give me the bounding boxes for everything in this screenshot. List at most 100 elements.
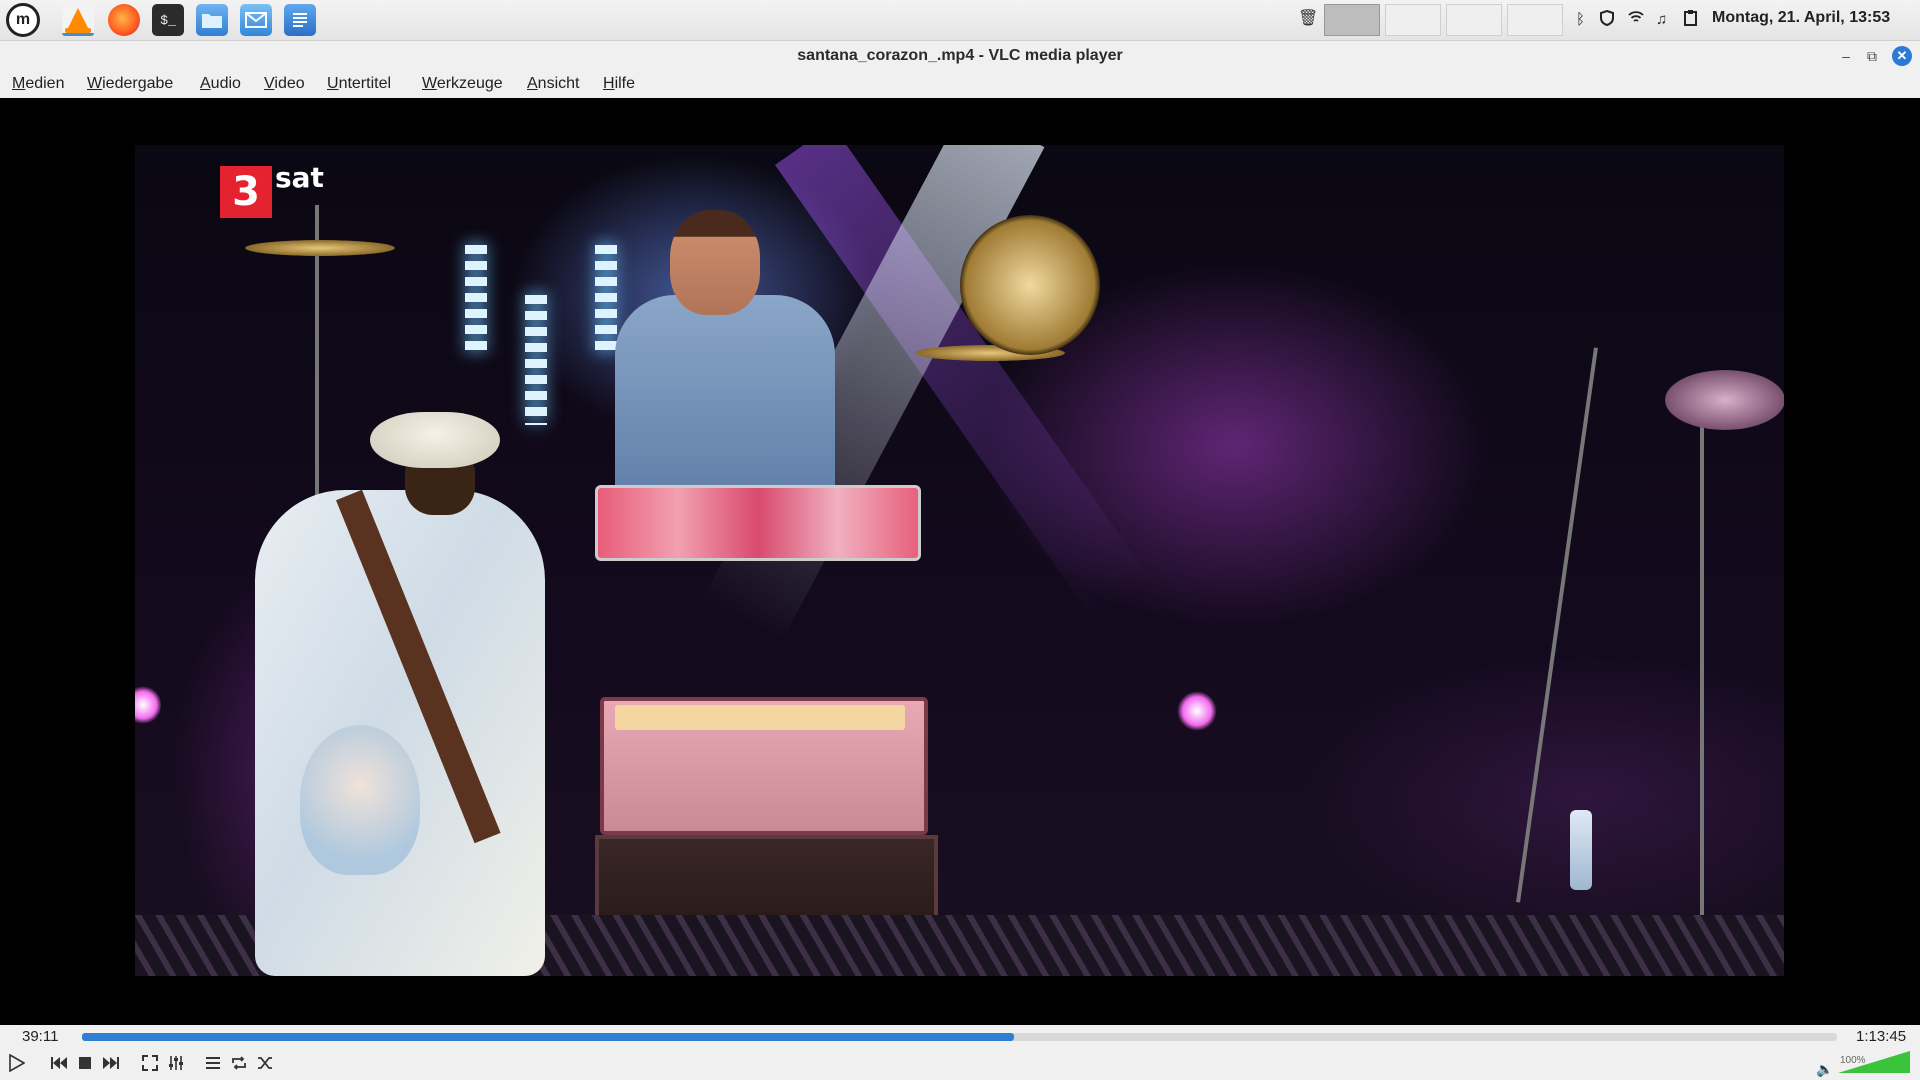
skip-forward-icon: [103, 1057, 119, 1069]
maximize-button[interactable]: ⧉: [1862, 46, 1882, 66]
files-launcher-icon[interactable]: [196, 4, 228, 36]
bluetooth-icon[interactable]: ᛒ: [1576, 10, 1585, 30]
mail-launcher-icon[interactable]: [240, 4, 272, 36]
menu-label: nsicht: [537, 75, 580, 92]
mint-menu-icon[interactable]: m: [6, 3, 40, 37]
menu-ansicht[interactable]: Ansicht: [527, 75, 579, 93]
workspace-2[interactable]: [1385, 4, 1441, 36]
equalizer-icon: [169, 1056, 183, 1070]
menu-untertitel[interactable]: Untertitel: [327, 75, 391, 93]
envelope-icon: [245, 12, 267, 28]
shuffle-button[interactable]: [252, 1050, 278, 1076]
stage-light: [135, 685, 161, 725]
seek-bar[interactable]: [82, 1033, 1837, 1041]
playlist-button[interactable]: [200, 1050, 226, 1076]
channel-logo-text: sat: [275, 161, 324, 194]
drummer: [615, 295, 835, 505]
cymbal: [245, 240, 395, 256]
menu-medien[interactable]: Medien: [12, 75, 64, 93]
amplifier-panel: [615, 705, 905, 730]
next-button[interactable]: [98, 1050, 124, 1076]
folder-icon: [202, 14, 222, 28]
stage-light: [525, 295, 547, 425]
document-lines-icon: [293, 13, 307, 27]
shield-icon[interactable]: [1600, 9, 1614, 32]
menu-label: edien: [25, 75, 65, 92]
playback-controls: 39:11 1:13:45 🔈 100%: [0, 1025, 1920, 1080]
playlist-icon: [206, 1057, 220, 1069]
cymbal: [960, 215, 1100, 355]
previous-button[interactable]: [46, 1050, 72, 1076]
shuffle-icon: [258, 1057, 272, 1069]
menu-video[interactable]: Video: [264, 75, 305, 93]
fullscreen-icon: [142, 1055, 158, 1071]
music-note-icon[interactable]: ♫: [1656, 10, 1667, 30]
skip-back-icon: [51, 1057, 67, 1069]
menu-label: udio: [210, 75, 241, 92]
vlc-cone-icon: [65, 7, 91, 33]
play-button[interactable]: [4, 1050, 30, 1076]
menu-label: ntertitel: [338, 75, 392, 92]
video-frame: 3 sat: [135, 145, 1784, 976]
stage-light: [1177, 691, 1217, 731]
minimize-button[interactable]: –: [1836, 46, 1856, 66]
trash-icon[interactable]: 🗑: [1298, 10, 1318, 28]
menu-mnemonic: H: [603, 75, 615, 92]
menu-mnemonic: A: [200, 75, 211, 92]
speaker-icon[interactable]: 🔈: [1816, 1061, 1833, 1078]
menu-label: ilfe: [614, 75, 636, 92]
workspace-3[interactable]: [1446, 4, 1502, 36]
workspace-1[interactable]: [1324, 4, 1380, 36]
elapsed-time[interactable]: 39:11: [22, 1028, 58, 1045]
menu-werkzeuge[interactable]: Werkzeuge: [422, 75, 503, 93]
menu-mnemonic: A: [527, 75, 538, 92]
menu-mnemonic: W: [87, 75, 103, 92]
menu-label: ideo: [274, 75, 305, 92]
cymbal-stand: [1700, 405, 1704, 925]
extended-settings-button[interactable]: [163, 1050, 189, 1076]
repeat-icon: [232, 1056, 246, 1070]
menu-mnemonic: U: [327, 75, 339, 92]
loop-button[interactable]: [226, 1050, 252, 1076]
stop-button[interactable]: [72, 1050, 98, 1076]
fullscreen-button[interactable]: [137, 1050, 163, 1076]
menu-mnemonic: V: [264, 75, 275, 92]
water-bottle: [1570, 810, 1592, 890]
volume-slider-fill: [1838, 1051, 1910, 1073]
video-area[interactable]: 3 sat: [0, 98, 1920, 1025]
cymbal: [1665, 370, 1784, 430]
seek-bar-progress: [82, 1033, 1014, 1041]
menu-bar: Medien Wiedergabe Audio Video Untertitel…: [0, 71, 1920, 99]
menu-wiedergabe[interactable]: Wiedergabe: [87, 75, 173, 93]
volume-slider[interactable]: [1838, 1050, 1910, 1074]
close-button[interactable]: ✕: [1892, 46, 1912, 66]
text-editor-launcher-icon[interactable]: [284, 4, 316, 36]
guitarist: [255, 490, 545, 976]
top-panel: m $_ 🗑 ᛒ ♫ Montag, 21. April, 13:53: [0, 0, 1920, 41]
terminal-launcher-icon[interactable]: $_: [152, 4, 184, 36]
timbales: [595, 485, 921, 561]
stage-light: [595, 245, 617, 355]
wifi-icon[interactable]: [1628, 10, 1644, 30]
stop-icon: [79, 1057, 91, 1069]
vlc-launcher-icon[interactable]: [62, 4, 94, 36]
shirt-print: [300, 725, 420, 875]
drummer-head: [670, 210, 760, 315]
menu-mnemonic: M: [12, 75, 26, 92]
hat: [370, 412, 500, 468]
clock[interactable]: Montag, 21. April, 13:53: [1712, 9, 1890, 27]
window-title: santana_corazon_.mp4 - VLC media player: [797, 47, 1123, 64]
menu-audio[interactable]: Audio: [200, 75, 241, 93]
stage-light: [465, 245, 487, 355]
menu-hilfe[interactable]: Hilfe: [603, 75, 635, 93]
total-time[interactable]: 1:13:45: [1856, 1028, 1906, 1045]
channel-logo: 3: [220, 166, 272, 218]
firefox-launcher-icon[interactable]: [108, 4, 140, 36]
menu-label: iedergabe: [102, 75, 174, 92]
menu-mnemonic: W: [422, 75, 437, 92]
play-icon: [9, 1054, 25, 1072]
window-titlebar[interactable]: santana_corazon_.mp4 - VLC media player …: [0, 41, 1920, 71]
workspace-4[interactable]: [1507, 4, 1563, 36]
clipboard-icon[interactable]: [1684, 10, 1697, 32]
menu-label: erkzeuge: [436, 75, 503, 92]
